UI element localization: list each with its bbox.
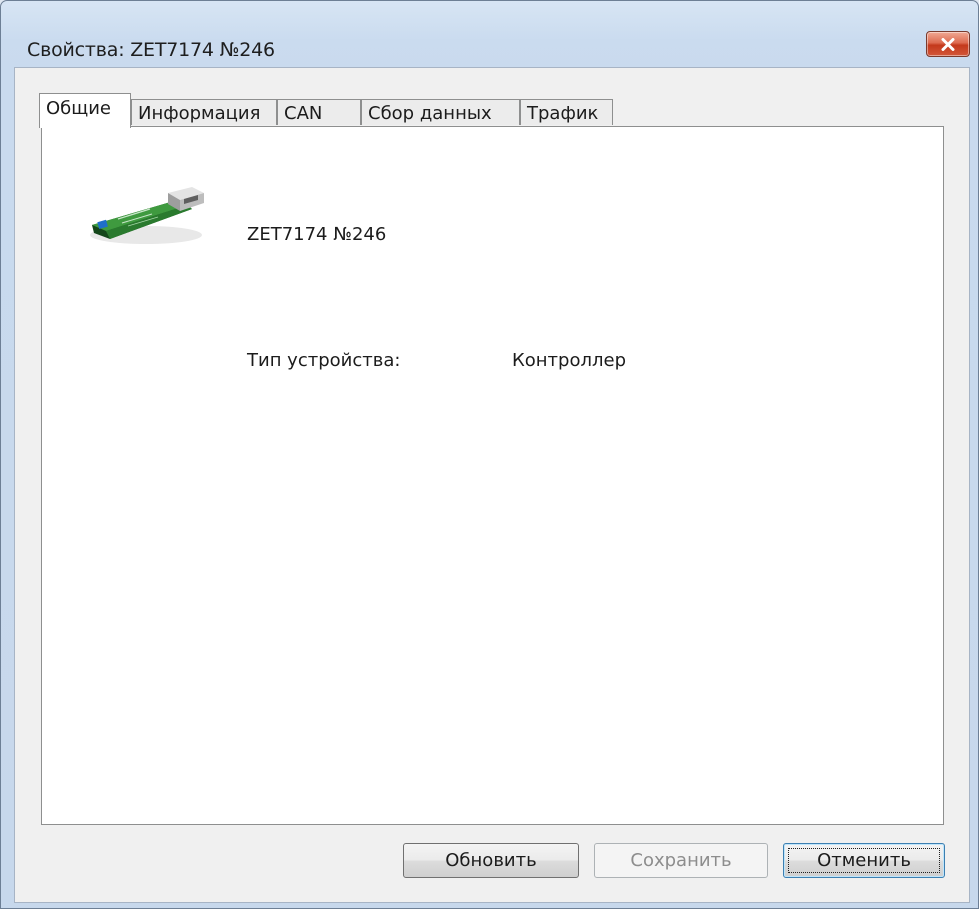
- cancel-button-label: Отменить: [817, 850, 911, 871]
- tab-information[interactable]: Информация: [131, 99, 277, 125]
- tab-label: Информация: [138, 103, 261, 124]
- tab-data-acquisition[interactable]: Сбор данных: [361, 99, 520, 125]
- window-title: Свойства: ZET7174 №246: [27, 39, 275, 61]
- tab-label: Общие: [46, 98, 111, 119]
- usb-device-icon: [88, 187, 208, 249]
- refresh-button[interactable]: Обновить: [403, 843, 579, 878]
- tab-can[interactable]: CAN: [277, 99, 361, 125]
- tab-general[interactable]: Общие: [39, 93, 131, 128]
- dialog-client-area: Общие Информация CAN Сбор данных Трафик: [14, 67, 970, 903]
- tab-label: Трафик: [527, 103, 599, 124]
- device-type-label: Тип устройства:: [247, 350, 401, 371]
- tab-traffic[interactable]: Трафик: [520, 99, 613, 125]
- tab-label: Сбор данных: [368, 103, 492, 124]
- title-bar[interactable]: Свойства: ZET7174 №246: [1, 1, 978, 65]
- cancel-button[interactable]: Отменить: [783, 843, 945, 878]
- device-type-value: Контроллер: [512, 350, 626, 371]
- tab-panel-general: ZET7174 №246 Тип устройства: Контроллер: [41, 126, 944, 825]
- tab-label: CAN: [284, 103, 323, 124]
- properties-dialog: Свойства: ZET7174 №246 Общие Информация …: [0, 0, 979, 909]
- save-button[interactable]: Сохранить: [594, 843, 768, 878]
- device-name: ZET7174 №246: [247, 224, 387, 245]
- close-button[interactable]: [926, 31, 970, 57]
- close-icon: [941, 37, 955, 51]
